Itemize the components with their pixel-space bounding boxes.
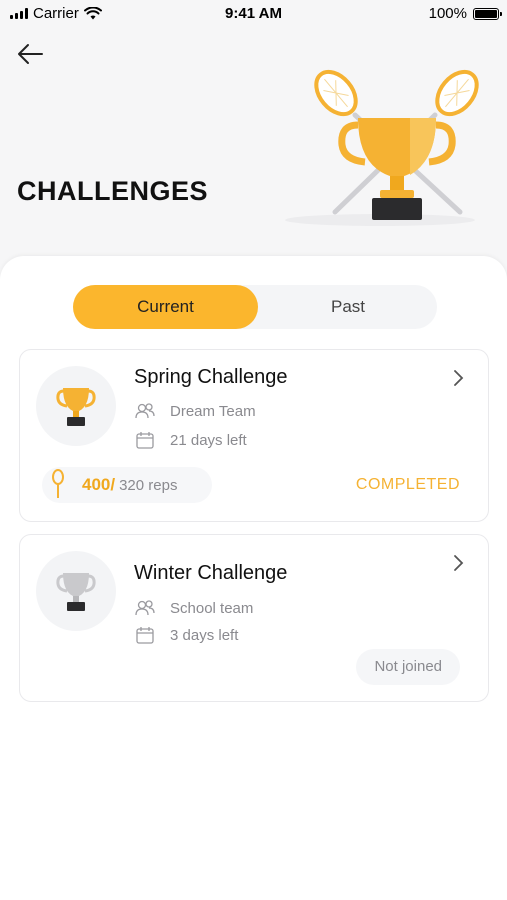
- people-icon: [135, 600, 155, 616]
- reps-done: 400/: [82, 475, 116, 494]
- reps-badge: 400/ 320 reps: [42, 467, 212, 503]
- reps-total: 320 reps: [119, 476, 178, 494]
- people-icon: [135, 403, 155, 419]
- challenge-title: Winter Challenge: [134, 562, 288, 584]
- challenge-title: Spring Challenge: [134, 366, 288, 388]
- trophy-avatar: [36, 366, 116, 446]
- calendar-icon: [136, 627, 154, 644]
- trophy-icon: [56, 573, 96, 611]
- tab-past[interactable]: Past: [263, 285, 433, 329]
- trophy-icon: [56, 388, 96, 426]
- challenge-card-winter[interactable]: Winter Challenge School team 3 days left…: [19, 534, 489, 702]
- challenge-card-spring[interactable]: Spring Challenge Dream Team 21 days left: [19, 349, 489, 522]
- days-row: 21 days left: [134, 429, 247, 451]
- status-bar: Carrier 9:41 AM 100%: [0, 0, 507, 28]
- lacrosse-stick-icon: [52, 469, 64, 498]
- status-right: 100%: [428, 5, 502, 22]
- days-left: 3 days left: [170, 626, 239, 644]
- back-arrow-icon[interactable]: [14, 38, 46, 70]
- team-row: Dream Team: [134, 400, 256, 422]
- trophy-lacrosse-illustration: [285, 69, 479, 226]
- content-sheet: Current Past Spring Challenge Dream Team…: [0, 256, 507, 900]
- battery-icon: [473, 7, 502, 20]
- team-row: School team: [134, 597, 253, 619]
- team-name: Dream Team: [170, 402, 256, 420]
- header: CHALLENGES: [0, 28, 507, 258]
- battery-percent: 100%: [428, 5, 467, 22]
- tab-current[interactable]: Current: [73, 285, 258, 329]
- status-completed: COMPLETED: [355, 476, 460, 493]
- calendar-icon: [136, 432, 154, 449]
- not-joined-badge[interactable]: Not joined: [356, 649, 460, 685]
- page-title: CHALLENGES: [17, 176, 209, 206]
- days-left: 21 days left: [170, 431, 247, 449]
- segment-control: Current Past: [73, 285, 437, 329]
- chevron-right-icon[interactable]: [450, 553, 466, 573]
- trophy-avatar: [36, 551, 116, 631]
- days-row: 3 days left: [134, 624, 238, 646]
- chevron-right-icon[interactable]: [450, 368, 466, 388]
- team-name: School team: [170, 599, 254, 617]
